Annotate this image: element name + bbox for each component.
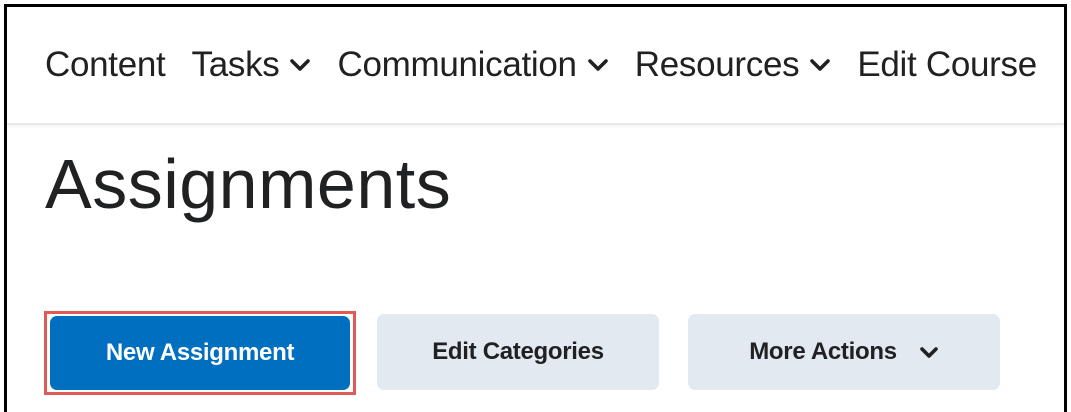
nav-item-label: Communication <box>337 45 577 84</box>
page-title: Assignments <box>45 145 452 223</box>
nav-item-edit-course[interactable]: Edit Course <box>857 45 1037 85</box>
chevron-down-icon <box>919 346 938 358</box>
nav-item-label: Resources <box>634 45 800 84</box>
nav-item-communication[interactable]: Communication <box>337 45 608 85</box>
new-assignment-button-label: New Assignment <box>105 339 295 366</box>
nav-item-label: Edit Course <box>857 45 1037 84</box>
page-frame: Content Tasks Communication Resources Ed… <box>4 4 1067 412</box>
nav-item-label: Content <box>45 45 166 84</box>
chevron-down-icon <box>810 59 831 71</box>
edit-categories-button-label: Edit Categories <box>432 338 604 365</box>
edit-categories-button[interactable]: Edit Categories <box>377 314 659 390</box>
more-actions-button-label: More Actions <box>749 338 897 365</box>
nav-item-resources[interactable]: Resources <box>635 45 832 85</box>
more-actions-button[interactable]: More Actions <box>688 314 1000 390</box>
course-navbar: Content Tasks Communication Resources Ed… <box>7 7 1064 125</box>
chevron-down-icon <box>587 59 608 71</box>
nav-item-content[interactable]: Content <box>45 45 166 85</box>
new-assignment-button[interactable]: New Assignment <box>50 316 350 390</box>
nav-item-tasks[interactable]: Tasks <box>192 45 312 85</box>
nav-item-label: Tasks <box>191 45 280 84</box>
chevron-down-icon <box>290 59 311 71</box>
